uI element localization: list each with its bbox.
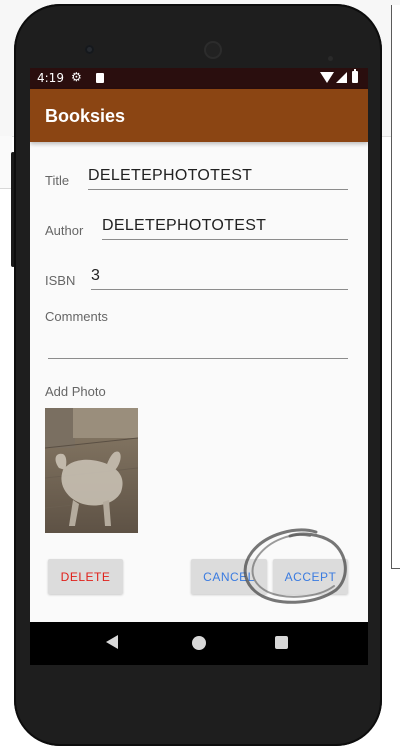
sd-card-icon bbox=[96, 73, 104, 83]
title-input[interactable]: DELETEPHOTOTEST bbox=[88, 167, 348, 190]
proximity-sensor bbox=[328, 46, 342, 80]
author-input[interactable]: DELETEPHOTOTEST bbox=[102, 217, 348, 240]
title-value: DELETEPHOTOTEST bbox=[88, 167, 253, 184]
app-bar: Booksies bbox=[30, 89, 368, 142]
author-label: Author bbox=[45, 223, 84, 238]
accept-button[interactable]: ACCEPT bbox=[273, 559, 348, 594]
isbn-value: 3 bbox=[91, 267, 101, 284]
book-photo[interactable] bbox=[45, 408, 138, 533]
signal-icon bbox=[336, 72, 347, 83]
wifi-icon bbox=[320, 72, 334, 83]
back-icon[interactable] bbox=[106, 635, 118, 649]
home-icon[interactable] bbox=[192, 636, 206, 650]
isbn-label: ISBN bbox=[45, 273, 76, 288]
recents-icon[interactable] bbox=[275, 636, 288, 649]
cancel-button[interactable]: CANCEL bbox=[191, 559, 267, 594]
earpiece-speaker bbox=[204, 41, 222, 59]
add-photo-label: Add Photo bbox=[45, 384, 106, 399]
status-bar: 4:19 ⚙ bbox=[30, 68, 368, 89]
host-window-panel bbox=[391, 5, 400, 569]
delete-button[interactable]: DELETE bbox=[48, 559, 123, 594]
isbn-input[interactable]: 3 bbox=[91, 267, 348, 290]
front-camera bbox=[85, 45, 94, 54]
app-title: Booksies bbox=[45, 106, 126, 126]
navigation-bar bbox=[30, 622, 368, 665]
device-screen: 4:19 ⚙ Booksies Title DELETEPHOTOTEST Au… bbox=[30, 68, 368, 665]
battery-icon bbox=[352, 69, 358, 83]
comments-label: Comments bbox=[45, 309, 108, 324]
title-label: Title bbox=[45, 173, 70, 188]
comments-input[interactable] bbox=[48, 336, 348, 359]
gear-icon: ⚙ bbox=[71, 70, 82, 84]
status-time: 4:19 bbox=[37, 71, 64, 85]
author-value: DELETEPHOTOTEST bbox=[102, 217, 267, 234]
photo-image bbox=[45, 408, 138, 533]
